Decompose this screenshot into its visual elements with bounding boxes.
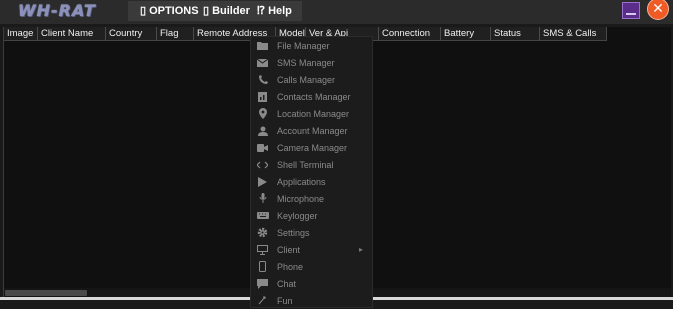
- menu-item-contacts-manager[interactable]: Contacts Manager: [251, 88, 372, 105]
- options-icon: ▯: [140, 5, 147, 17]
- help-icon: ⁉: [257, 5, 266, 17]
- close-icon: ✕: [652, 1, 664, 17]
- menu-item-label: Location Manager: [277, 108, 350, 119]
- menu-help-label: Help: [268, 5, 292, 17]
- play-icon: [254, 173, 271, 190]
- title-bar: WH-RAT ▯ OPTIONS ▯ Builder ⁉ Help ✕: [0, 0, 673, 24]
- menu-options[interactable]: ▯ OPTIONS: [136, 1, 203, 21]
- menu-item-microphone[interactable]: Microphone: [251, 190, 372, 207]
- keyboard-icon: [254, 207, 271, 224]
- menu-item-chat[interactable]: Chat: [251, 275, 372, 292]
- menu-item-label: Settings: [277, 227, 310, 238]
- menu-item-label: Client: [277, 244, 301, 255]
- menu-item-calls-manager[interactable]: Calls Manager: [251, 71, 372, 88]
- menu-item-file-manager[interactable]: File Manager: [251, 37, 372, 54]
- menu-item-camera-manager[interactable]: Camera Manager: [251, 139, 372, 156]
- chat-icon: [254, 275, 271, 292]
- menu-item-label: Chat: [277, 278, 297, 289]
- phone-icon: [254, 71, 271, 88]
- column-header-battery[interactable]: Battery: [441, 27, 491, 40]
- column-header-image[interactable]: Image: [4, 27, 38, 40]
- menu-item-fun[interactable]: Fun: [251, 292, 372, 309]
- menu-item-label: Account Manager: [277, 125, 348, 136]
- menu-item-label: Microphone: [277, 193, 325, 204]
- smartphone-icon: [254, 258, 271, 275]
- menu-item-settings[interactable]: Settings: [251, 224, 372, 241]
- menu-help[interactable]: ⁉ Help: [253, 1, 296, 21]
- contacts-icon: [254, 88, 271, 105]
- menu-item-label: SMS Manager: [277, 57, 335, 68]
- menu-item-phone[interactable]: Phone: [251, 258, 372, 275]
- menu-item-sms-manager[interactable]: SMS Manager: [251, 54, 372, 71]
- minimize-button[interactable]: [622, 2, 640, 19]
- column-header-connection[interactable]: Connection: [379, 27, 441, 40]
- menu-item-label: Calls Manager: [277, 74, 336, 85]
- menu-builder[interactable]: ▯ Builder: [199, 1, 254, 21]
- menu-item-keylogger[interactable]: Keylogger: [251, 207, 372, 224]
- app-logo: WH-RAT: [18, 1, 96, 20]
- microphone-icon: [254, 190, 271, 207]
- menu-item-location-manager[interactable]: Location Manager: [251, 105, 372, 122]
- column-header-client-name[interactable]: Client Name: [38, 27, 106, 40]
- column-header-flag[interactable]: Flag: [157, 27, 194, 40]
- menu-item-label: Keylogger: [277, 210, 318, 221]
- menu-item-label: Phone: [277, 261, 304, 272]
- close-button[interactable]: ✕: [647, 0, 669, 20]
- menu-item-client[interactable]: Client ▸: [251, 241, 372, 258]
- menu-item-applications[interactable]: Applications: [251, 173, 372, 190]
- menu-item-label: Camera Manager: [277, 142, 348, 153]
- fun-icon: [254, 292, 271, 309]
- menu-item-label: Shell Terminal: [277, 159, 334, 170]
- column-header-country[interactable]: Country: [106, 27, 157, 40]
- builder-icon: ▯: [203, 5, 210, 17]
- monitor-icon: [254, 241, 271, 258]
- minimize-icon: [626, 13, 636, 15]
- scrollbar-thumb[interactable]: [5, 290, 87, 296]
- menu-item-label: Contacts Manager: [277, 91, 351, 102]
- menu-options-label: OPTIONS: [149, 5, 199, 17]
- column-header-status[interactable]: Status: [491, 27, 540, 40]
- envelope-icon: [254, 54, 271, 71]
- menu-item-shell-terminal[interactable]: Shell Terminal: [251, 156, 372, 173]
- menu-item-account-manager[interactable]: Account Manager: [251, 122, 372, 139]
- user-icon: [254, 122, 271, 139]
- gear-icon: [254, 224, 271, 241]
- camera-icon: [254, 139, 271, 156]
- menu-item-label: Fun: [277, 295, 293, 306]
- client-context-menu: File Manager SMS Manager Calls Manager C…: [250, 36, 373, 308]
- submenu-arrow-icon: ▸: [358, 245, 363, 254]
- location-pin-icon: [254, 105, 271, 122]
- menu-builder-label: Builder: [212, 5, 250, 17]
- folder-icon: [254, 37, 271, 54]
- menu-item-label: File Manager: [277, 40, 330, 51]
- menu-item-label: Applications: [277, 176, 326, 187]
- column-header-sms-calls[interactable]: SMS & Calls: [540, 27, 607, 40]
- code-icon: [254, 156, 271, 173]
